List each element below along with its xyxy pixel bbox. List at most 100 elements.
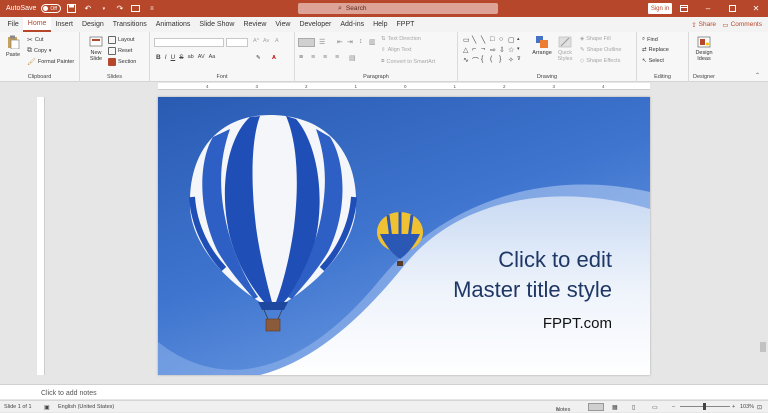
align-right-icon[interactable]: ≡ [323, 54, 327, 61]
format-painter-button[interactable]: 🖌 Format Painter [27, 58, 74, 66]
line-shape-icon-2[interactable]: ╲ [481, 36, 489, 45]
fit-slide-icon[interactable]: ⊡ [757, 404, 762, 411]
chevron-down-icon[interactable]: ▾ [98, 3, 109, 14]
change-case-button[interactable]: Aa [209, 54, 216, 61]
zoom-in-icon[interactable]: + [732, 404, 735, 410]
slide-canvas[interactable]: Click to edit Master title style FPPT.co… [158, 97, 650, 375]
undo-icon[interactable]: ↶ [82, 3, 93, 14]
language-indicator[interactable]: English (United States) [58, 404, 114, 410]
oval-shape-icon[interactable]: ○ [499, 36, 507, 45]
find-button[interactable]: ⌕ Find [642, 36, 658, 43]
save-icon[interactable] [66, 3, 77, 14]
reading-view-icon[interactable]: ▯ [632, 404, 635, 411]
tab-slide-show[interactable]: Slide Show [195, 17, 239, 32]
reset-button[interactable]: Reset [108, 47, 132, 55]
strikethrough-button[interactable]: S [179, 54, 183, 61]
shadow-button[interactable]: ab [188, 54, 194, 61]
replace-button[interactable]: ⇄ Replace [642, 47, 669, 53]
shrink-font-icon[interactable]: Av [263, 38, 269, 44]
comments-button[interactable]: ▭ Comments [722, 19, 762, 30]
vertical-scrollbar[interactable] [758, 82, 768, 384]
tab-developer[interactable]: Developer [295, 17, 336, 32]
italic-button[interactable]: I [165, 54, 167, 61]
collapse-ribbon-icon[interactable]: ⌃ [755, 72, 760, 79]
share-button[interactable]: ⇪ Share [691, 19, 716, 30]
tab-add-ins[interactable]: Add-ins [336, 17, 369, 32]
chevron-up-icon[interactable]: ▴ [517, 36, 525, 45]
tab-view[interactable]: View [271, 17, 295, 32]
minimize-icon[interactable]: – [696, 0, 720, 17]
search-box[interactable]: ⌕ Search [298, 3, 498, 14]
select-button[interactable]: ↖ Select [642, 58, 664, 64]
arc-shape-icon[interactable]: ⌒ [472, 56, 480, 65]
section-button[interactable]: Section [108, 58, 136, 66]
tab-insert[interactable]: Insert [51, 17, 78, 32]
line-shape-icon[interactable]: ╲ [472, 36, 480, 45]
close-icon[interactable]: ✕ [744, 0, 768, 17]
zoom-slider-thumb[interactable] [703, 403, 706, 410]
triangle-shape-icon[interactable]: △ [463, 46, 471, 55]
numbering-icon[interactable]: ☰ [319, 38, 325, 46]
spellcheck-icon[interactable]: ▣ [44, 404, 50, 411]
arrow-down-shape-icon[interactable]: ⇩ [499, 46, 507, 55]
paste-button[interactable]: Paste [5, 35, 21, 58]
arrow-right-shape-icon[interactable]: ⇨ [490, 46, 498, 55]
grow-font-icon[interactable]: A^ [253, 38, 259, 44]
shape-outline-button[interactable]: ✎ Shape Outline [580, 47, 621, 53]
font-color-icon[interactable]: A [272, 55, 276, 61]
star-small-shape-icon[interactable]: ✧ [508, 56, 516, 65]
slide-sorter-icon[interactable]: ▦ [612, 404, 618, 411]
new-slide-button[interactable]: New Slide [86, 35, 106, 62]
tab-animations[interactable]: Animations [151, 17, 195, 32]
present-icon[interactable] [130, 3, 141, 14]
shape-effects-button[interactable]: ◇ Shape Effects [580, 58, 620, 64]
bullets-icon[interactable] [298, 38, 315, 47]
layout-button[interactable]: Layout [108, 36, 135, 44]
text-direction-button[interactable]: ⇅ Text Direction [381, 36, 421, 42]
clear-format-icon[interactable]: A [275, 38, 279, 44]
indent-decrease-icon[interactable]: ⇤ [337, 38, 343, 46]
font-name-box[interactable] [154, 38, 224, 47]
underline-button[interactable]: U [171, 54, 176, 61]
zoom-out-icon[interactable]: – [672, 404, 675, 410]
brace-left-shape-icon[interactable]: { [481, 56, 489, 65]
more-shapes-icon[interactable]: ⊽ [517, 56, 525, 65]
quick-styles-button[interactable]: Quick Styles [554, 35, 576, 62]
arrange-button[interactable]: Arrange [531, 35, 553, 56]
shapes-gallery[interactable]: ▭ ╲ ╲ □ ○ ▢ ▴ △ ⌐ ¬ ⇨ ⇩ ☆ ▾ ∿ ⌒ { ( } ✧ … [463, 36, 525, 66]
bold-button[interactable]: B [156, 54, 161, 61]
slide-title-line-1[interactable]: Click to edit [498, 247, 612, 273]
chevron-down-icon[interactable]: ▾ [517, 46, 525, 55]
tab-help[interactable]: Help [369, 17, 392, 32]
tab-file[interactable]: File [3, 17, 23, 32]
cut-button[interactable]: ✂ Cut [27, 36, 43, 44]
font-size-box[interactable] [226, 38, 248, 47]
align-center-icon[interactable]: ≡ [311, 54, 315, 61]
redo-icon[interactable]: ↷ [114, 3, 125, 14]
maximize-icon[interactable] [720, 0, 744, 17]
copy-button[interactable]: ⧉ Copy ▾ [27, 47, 51, 55]
bracket-shape-icon[interactable]: ( [490, 56, 498, 65]
columns-icon[interactable]: ▥ [369, 38, 376, 46]
star-shape-icon[interactable]: ☆ [508, 46, 516, 55]
tab-review[interactable]: Review [239, 17, 271, 32]
distributed-icon[interactable]: ▤ [349, 54, 356, 62]
angle-shape-icon[interactable]: ⌐ [472, 46, 480, 55]
justify-icon[interactable]: ≡ [335, 54, 339, 61]
highlight-icon[interactable]: ✎ [256, 55, 261, 61]
scroll-thumb[interactable] [760, 342, 766, 352]
design-ideas-button[interactable]: Design Ideas [693, 35, 715, 62]
align-left-icon[interactable]: ≡ [299, 54, 303, 61]
slide-subtitle[interactable]: FPPT.com [543, 315, 612, 332]
curve-shape-icon[interactable]: ∿ [463, 56, 471, 65]
ribbon-display-icon[interactable] [672, 0, 696, 17]
smartart-button[interactable]: ⧈ Convert to SmartArt [381, 58, 435, 65]
notes-pane[interactable]: Click to add notes [0, 384, 768, 399]
tab-home[interactable]: Home [23, 17, 51, 32]
spacing-button[interactable]: AV [198, 54, 205, 61]
customize-toolbar-icon[interactable]: ≡ [146, 3, 157, 14]
brace-right-shape-icon[interactable]: } [499, 56, 507, 65]
rounded-rect-shape-icon[interactable]: ▢ [508, 36, 516, 45]
tab-fppt[interactable]: FPPT [392, 17, 419, 32]
slideshow-icon[interactable]: ▭ [652, 404, 658, 411]
